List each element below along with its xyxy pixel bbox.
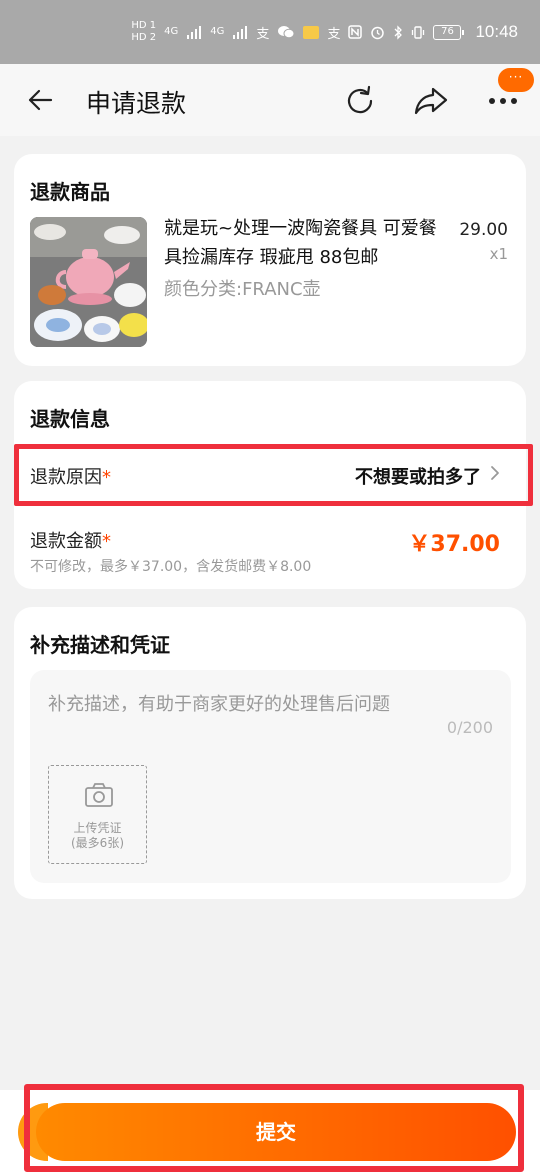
product-section-title: 退款商品 (30, 180, 110, 204)
status-bar: HD 1 HD 2 4G 4G 支 支 76 10:48 (0, 0, 540, 64)
nfc-icon (348, 25, 363, 39)
back-button[interactable] (22, 84, 58, 116)
refund-info-card: 退款信息 退款原因* 不想要或拍多了 退款金额* ￥37.00 不可修改，最多￥… (14, 381, 533, 589)
network-2-label: 4G (210, 26, 225, 37)
char-count: 0/200 (446, 718, 493, 737)
upload-label-line2: (最多6张) (71, 836, 124, 850)
required-mark-2: * (102, 531, 111, 552)
battery-icon: 76 (433, 24, 465, 40)
product-price: 29.00 (459, 220, 508, 240)
product-quantity: x1 (489, 245, 508, 263)
refund-amount-note: 不可修改，最多￥37.00，含发货邮费￥8.00 (30, 559, 312, 575)
product-name[interactable]: 就是玩~处理一波陶瓷餐具 可爱餐具捡漏库存 瑕疵甩 88包邮 (164, 214, 454, 272)
signal-2-icon (233, 26, 248, 39)
product-variant: 颜色分类:FRANC壶 (164, 279, 321, 300)
app-header: 申请退款 ··· (0, 64, 540, 136)
upload-label: 上传凭证 (最多6张) (49, 821, 146, 851)
message-badge[interactable]: ··· (498, 68, 534, 92)
refresh-icon (347, 85, 373, 114)
share-button[interactable] (412, 82, 450, 120)
description-placeholder: 补充描述，有助于商家更好的处理售后问题 (48, 694, 390, 715)
upload-label-line1: 上传凭证 (73, 821, 122, 835)
chevron-right-icon (491, 466, 499, 480)
refund-reason-value[interactable]: 不想要或拍多了 (355, 463, 481, 489)
page-title: 申请退款 (86, 89, 187, 118)
bluetooth-icon (394, 24, 403, 40)
vibrate-icon (412, 25, 425, 39)
status-icons: HD 1 HD 2 4G 4G 支 支 76 (131, 21, 465, 43)
upload-evidence-button[interactable]: 上传凭证 (最多6张) (48, 765, 147, 864)
network-1-label: 4G (164, 26, 179, 37)
hd1-label: HD 1 (131, 20, 157, 31)
product-photo-graphic (30, 217, 147, 347)
camera-icon (85, 783, 113, 807)
refresh-button[interactable] (341, 82, 379, 120)
share-icon (414, 87, 448, 115)
description-card: 补充描述和凭证 补充描述，有助于商家更好的处理售后问题 0/200 上传凭证 (… (14, 607, 526, 899)
mail-icon (303, 25, 320, 39)
refund-product-card: 退款商品 就是玩~处理一波陶瓷餐具 可爱餐具捡漏库存 瑕疵甩 88包邮 颜色分类… (14, 154, 526, 366)
alipay-icon-2: 支 (327, 26, 341, 42)
description-input[interactable]: 补充描述，有助于商家更好的处理售后问题 0/200 上传凭证 (最多6张) (30, 670, 511, 883)
refund-amount-label-text: 退款金额 (30, 531, 102, 552)
refund-reason-label: 退款原因* (30, 463, 111, 489)
back-arrow-icon (28, 89, 53, 111)
signal-1-icon (187, 26, 202, 39)
refund-amount-value: ￥37.00 (408, 532, 500, 557)
refund-info-title: 退款信息 (30, 407, 110, 431)
hd2-label: HD 2 (131, 32, 157, 43)
status-time: 10:48 (475, 22, 518, 41)
submit-highlight-frame (24, 1084, 524, 1172)
more-icon (489, 98, 517, 104)
wechat-icon (278, 26, 295, 39)
required-mark: * (102, 467, 111, 488)
product-image[interactable] (30, 217, 147, 347)
refund-reason-row[interactable]: 退款原因* 不想要或拍多了 (14, 444, 533, 506)
sim-indicator: HD 1 HD 2 (131, 21, 156, 43)
description-title: 补充描述和凭证 (30, 633, 170, 657)
alipay-icon: 支 (256, 26, 270, 42)
refund-reason-label-text: 退款原因 (30, 467, 102, 488)
refund-amount-label: 退款金额* (30, 527, 111, 553)
alarm-icon (371, 26, 385, 39)
